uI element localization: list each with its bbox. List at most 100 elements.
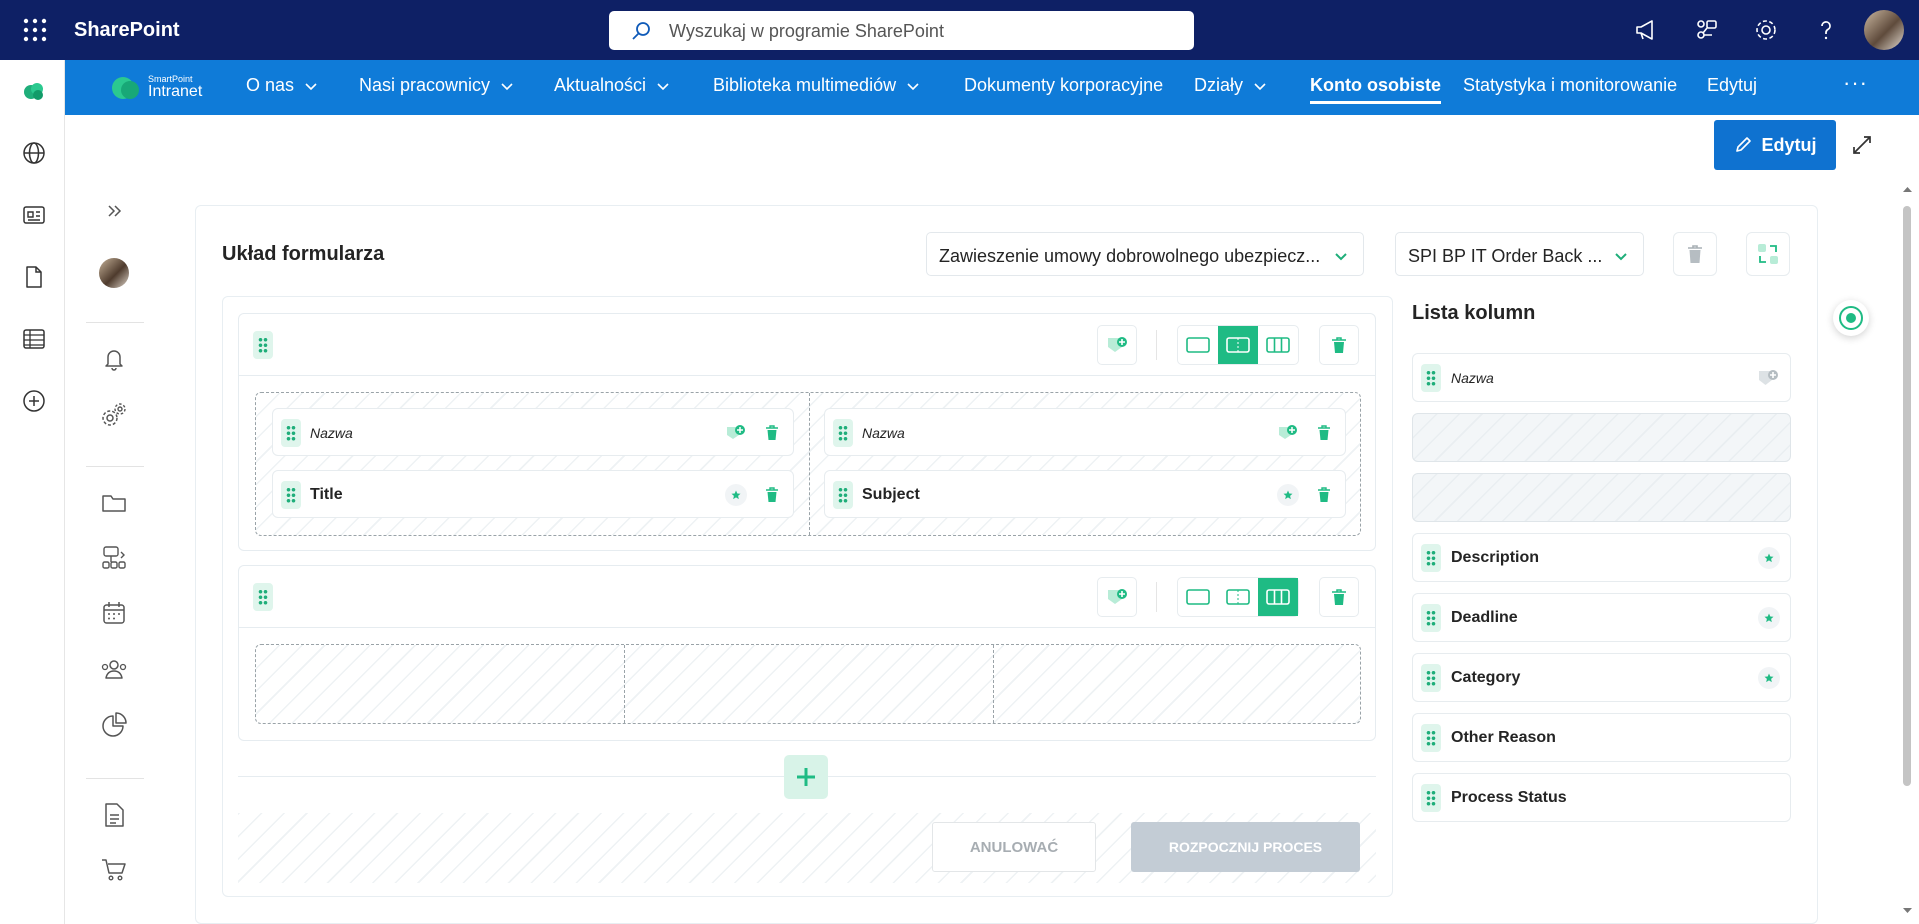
bell-icon[interactable]	[99, 344, 129, 374]
column-list-item[interactable]: Nazwa	[1412, 353, 1791, 402]
column-list-item[interactable]: Process Status	[1412, 773, 1791, 822]
nav-item-o-nas[interactable]: O nas	[246, 75, 318, 96]
drag-handle[interactable]	[1421, 604, 1441, 632]
add-field-icon	[1108, 337, 1127, 352]
drag-dots-icon	[1426, 550, 1436, 566]
drag-handle[interactable]	[1421, 664, 1441, 692]
nav-item-statystyka[interactable]: Statystyka i monitorowanie	[1463, 75, 1677, 96]
drag-handle[interactable]	[1421, 724, 1441, 752]
form-document-icon[interactable]	[99, 800, 129, 830]
nav-item-biblioteka-multimediow[interactable]: Biblioteka multimediów	[713, 75, 920, 96]
layout-one-column[interactable]	[1178, 578, 1218, 616]
nav-item-konto-osobiste[interactable]: Konto osobiste	[1310, 75, 1441, 104]
sync-fields-button[interactable]	[1746, 232, 1790, 276]
assistant-button[interactable]	[1833, 300, 1869, 336]
site-home-icon[interactable]	[21, 78, 47, 104]
help-icon[interactable]	[1812, 16, 1840, 44]
trash-icon[interactable]	[1313, 422, 1335, 444]
share-network-icon[interactable]	[1692, 16, 1720, 44]
add-field-icon[interactable]	[725, 422, 747, 444]
search-box[interactable]: Wyszukaj w programie SharePoint	[609, 11, 1194, 50]
delete-form-button[interactable]	[1673, 232, 1717, 276]
drag-handle[interactable]	[833, 419, 853, 447]
column-list-title: Lista kolumn	[1412, 302, 1536, 324]
field-card[interactable]: Subject	[824, 470, 1346, 518]
expand-icon[interactable]	[1850, 133, 1874, 157]
create-add-icon[interactable]	[21, 388, 47, 414]
page-scrollbar[interactable]	[1896, 182, 1919, 924]
drag-handle[interactable]	[253, 583, 273, 611]
delete-row-button[interactable]	[1319, 325, 1359, 365]
field-card[interactable]: Nazwa	[272, 408, 794, 456]
add-field-icon[interactable]	[1277, 422, 1299, 444]
trash-icon[interactable]	[1313, 484, 1335, 506]
edit-page-button[interactable]: Edytuj	[1714, 120, 1836, 170]
layout-three-columns[interactable]	[1258, 326, 1298, 364]
trash-icon[interactable]	[761, 484, 783, 506]
drag-dots-icon	[1426, 670, 1436, 686]
lists-icon[interactable]	[21, 326, 47, 352]
column-layout-switcher[interactable]	[1177, 577, 1299, 617]
settings-gear-icon[interactable]	[1752, 16, 1780, 44]
pie-chart-icon[interactable]	[99, 710, 129, 740]
drag-handle[interactable]	[281, 481, 301, 509]
nav-item-dzialy[interactable]: Działy	[1194, 75, 1267, 96]
news-icon[interactable]	[21, 202, 47, 228]
workflow-icon[interactable]	[99, 542, 129, 572]
scroll-up-icon[interactable]	[1896, 182, 1919, 196]
divider	[86, 778, 144, 779]
column-label: Nazwa	[1451, 370, 1494, 386]
folder-icon[interactable]	[99, 488, 129, 518]
scroll-down-icon[interactable]	[1896, 904, 1919, 918]
calendar-icon[interactable]	[99, 598, 129, 628]
layout-two-columns[interactable]	[1218, 578, 1258, 616]
chevron-down-icon	[305, 82, 317, 90]
column-list-item[interactable]: Deadline	[1412, 593, 1791, 642]
column-list-item[interactable]: Category	[1412, 653, 1791, 702]
globe-icon[interactable]	[21, 140, 47, 166]
layout-two-columns[interactable]	[1218, 326, 1258, 364]
list-select[interactable]: SPI BP IT Order Back ...	[1395, 232, 1644, 276]
user-avatar-small[interactable]	[99, 258, 129, 288]
smartpoint-intranet-logo[interactable]: SmartPoint Intranet	[110, 72, 210, 104]
users-group-icon[interactable]	[99, 654, 129, 684]
start-process-button[interactable]: ROZPOCZNIJ PROCES	[1131, 822, 1360, 872]
add-field-button[interactable]	[1097, 577, 1137, 617]
column-list-item[interactable]: Other Reason	[1412, 713, 1791, 762]
drag-handle[interactable]	[253, 331, 273, 359]
megaphone-icon[interactable]	[1632, 16, 1660, 44]
scroll-thumb[interactable]	[1903, 206, 1911, 786]
app-title[interactable]: SharePoint	[74, 19, 180, 42]
drag-handle[interactable]	[1421, 544, 1441, 572]
column-layout-switcher[interactable]	[1177, 325, 1299, 365]
drag-handle[interactable]	[281, 419, 301, 447]
delete-row-button[interactable]	[1319, 577, 1359, 617]
settings-cogs-icon[interactable]	[99, 400, 129, 430]
add-field-icon[interactable]	[1756, 367, 1780, 389]
nav-item-dokumenty-korporacyjne[interactable]: Dokumenty korporacyjne	[964, 75, 1163, 96]
nav-item-aktualnosci[interactable]: Aktualności	[554, 75, 670, 96]
expand-sidebar-icon[interactable]	[99, 196, 129, 226]
more-icon[interactable]: ···	[1843, 70, 1868, 96]
shopping-cart-icon[interactable]	[99, 854, 129, 884]
process-select[interactable]: Zawieszenie umowy dobrowolnego ubezpiecz…	[926, 232, 1364, 276]
drag-handle[interactable]	[1421, 364, 1441, 392]
document-icon[interactable]	[21, 264, 47, 290]
field-card[interactable]: Title	[272, 470, 794, 518]
drag-handle[interactable]	[833, 481, 853, 509]
add-row-button[interactable]	[784, 755, 828, 799]
drag-handle[interactable]	[1421, 784, 1441, 812]
layout-three-columns[interactable]	[1258, 578, 1298, 616]
user-avatar[interactable]	[1864, 10, 1904, 50]
cancel-button[interactable]: ANULOWAĆ	[932, 822, 1096, 872]
add-field-icon	[1108, 589, 1127, 604]
trash-icon[interactable]	[761, 422, 783, 444]
layout-one-column[interactable]	[1178, 326, 1218, 364]
row-dropzone[interactable]	[255, 644, 1361, 724]
add-field-button[interactable]	[1097, 325, 1137, 365]
nav-item-edytuj[interactable]: Edytuj	[1707, 75, 1757, 96]
column-list-item[interactable]: Description	[1412, 533, 1791, 582]
app-launcher-icon[interactable]	[22, 17, 48, 43]
field-card[interactable]: Nazwa	[824, 408, 1346, 456]
nav-item-nasi-pracownicy[interactable]: Nasi pracownicy	[359, 75, 514, 96]
